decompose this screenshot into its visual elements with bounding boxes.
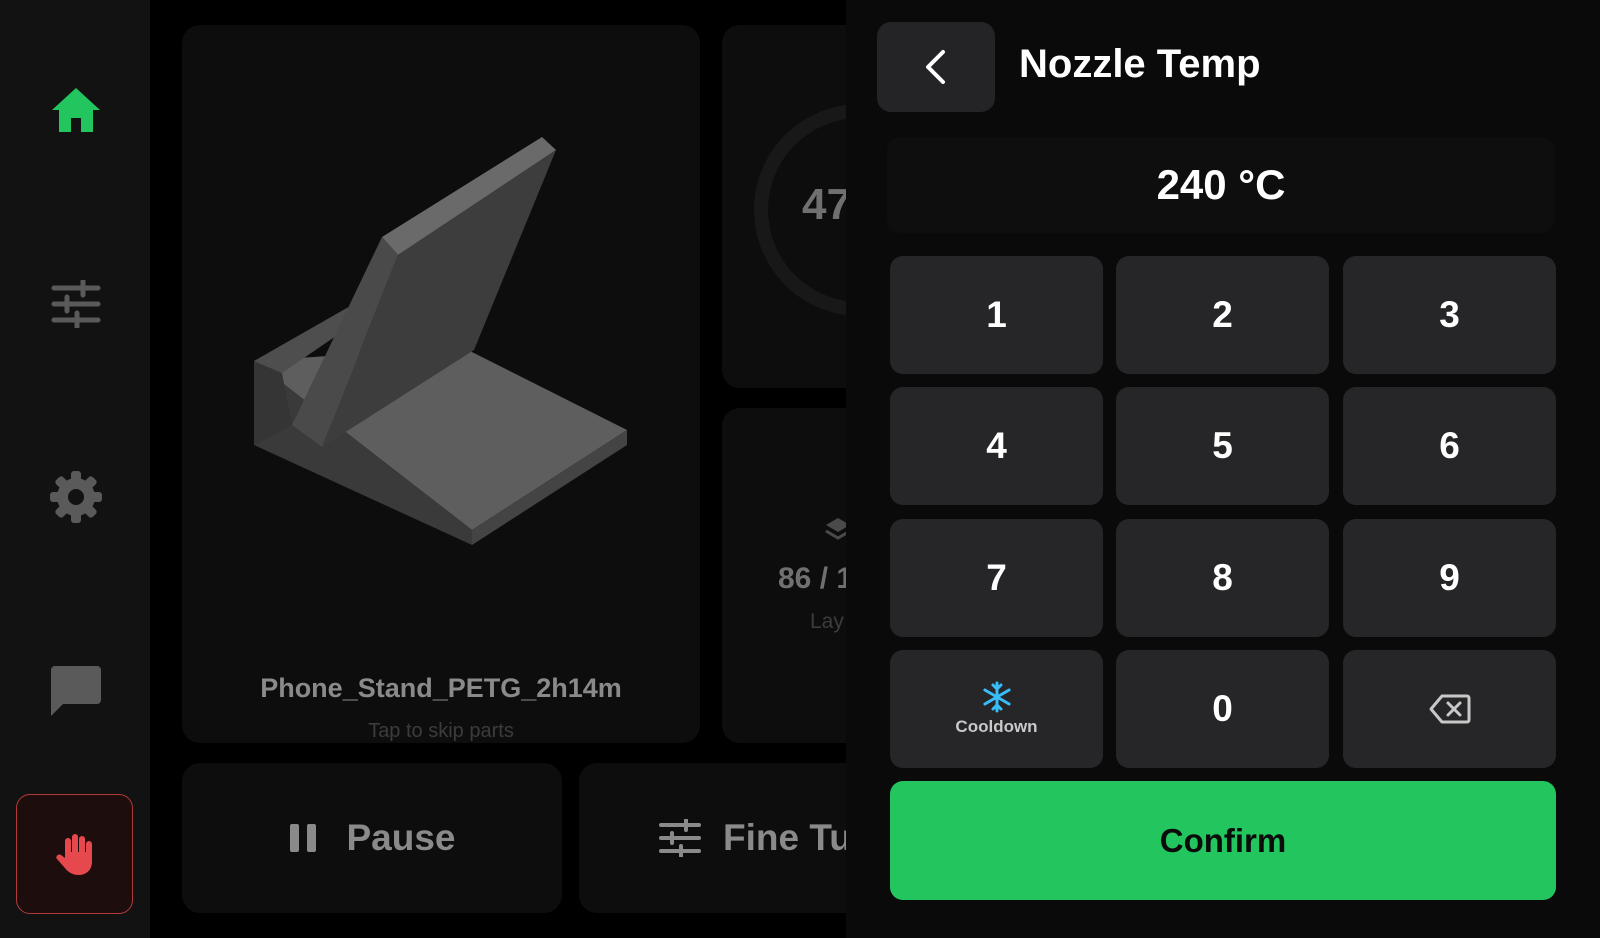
key-8[interactable]: 8	[1116, 519, 1329, 637]
hand-stop-icon	[55, 834, 92, 875]
print-thumbnail-card[interactable]: Phone_Stand_PETG_2h14m Tap to skip parts	[182, 25, 700, 743]
backspace-icon	[1429, 694, 1470, 724]
temperature-value: 240 °C	[887, 137, 1555, 233]
pause-icon	[290, 824, 317, 852]
model-thumbnail	[254, 137, 627, 545]
chevron-left-icon	[926, 50, 945, 84]
key-2[interactable]: 2	[1116, 256, 1329, 374]
nav-settings-button[interactable]	[17, 438, 134, 555]
file-name: Phone_Stand_PETG_2h14m	[260, 673, 622, 703]
pause-label: Pause	[346, 817, 456, 858]
confirm-button[interactable]: Confirm	[890, 781, 1556, 900]
sliders-icon	[51, 279, 100, 328]
key-0[interactable]: 0	[1116, 650, 1329, 768]
key-6[interactable]: 6	[1343, 387, 1556, 505]
snowflake-icon	[982, 681, 1011, 713]
fine-tune-label: Fine Tu	[723, 817, 852, 858]
key-1[interactable]: 1	[890, 256, 1103, 374]
pause-button[interactable]: Pause	[182, 763, 562, 913]
sidebar	[0, 0, 150, 938]
key-9[interactable]: 9	[1343, 519, 1556, 637]
key-5[interactable]: 5	[1116, 387, 1329, 505]
nav-controls-button[interactable]	[17, 245, 134, 362]
cooldown-button[interactable]: Cooldown	[890, 650, 1103, 768]
panel-title: Nozzle Temp	[1019, 42, 1261, 86]
chat-icon	[50, 665, 101, 716]
gear-icon	[49, 470, 102, 523]
emergency-stop-button[interactable]	[16, 794, 133, 914]
key-7[interactable]: 7	[890, 519, 1103, 637]
back-button[interactable]	[877, 22, 995, 112]
cooldown-label: Cooldown	[955, 717, 1038, 736]
skip-parts-hint: Tap to skip parts	[368, 720, 514, 742]
home-icon	[51, 87, 100, 132]
sliders-icon	[659, 819, 701, 857]
progress-percent: 47	[802, 180, 851, 229]
key-4[interactable]: 4	[890, 387, 1103, 505]
backspace-button[interactable]	[1343, 650, 1556, 768]
layer-label: Lay	[810, 610, 844, 633]
layer-count: 86 / 1	[778, 562, 854, 595]
nav-console-button[interactable]	[17, 632, 134, 749]
nav-home-button[interactable]	[17, 51, 134, 168]
key-3[interactable]: 3	[1343, 256, 1556, 374]
